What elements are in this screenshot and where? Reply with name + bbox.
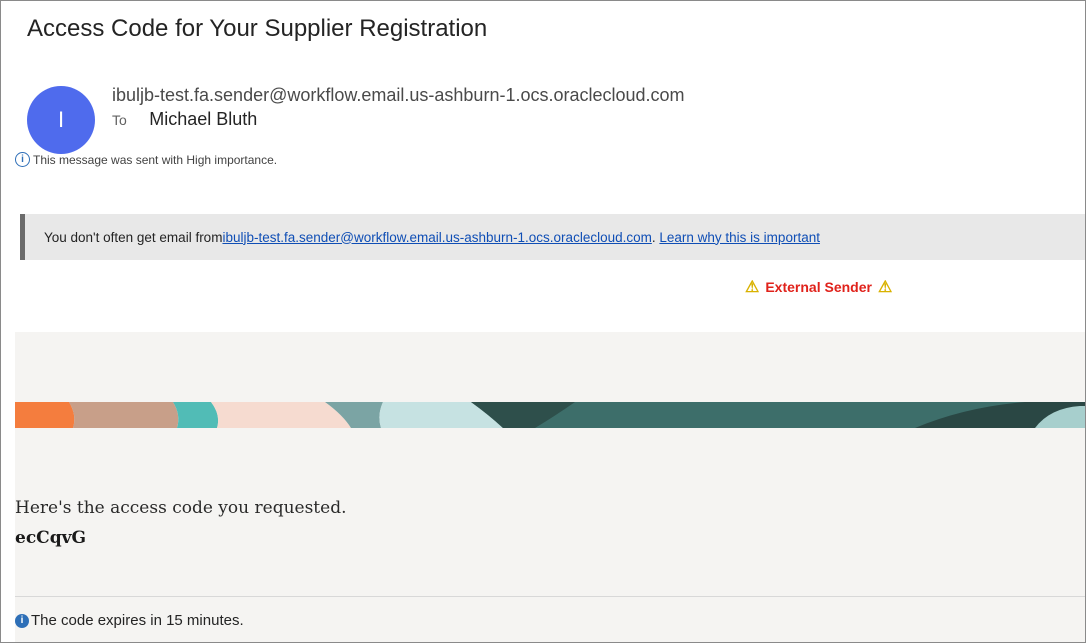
recipient-row: To Michael Bluth	[112, 109, 257, 130]
sender-link[interactable]: ibuljb-test.fa.sender@workflow.email.us-…	[222, 230, 651, 245]
recipient-name[interactable]: Michael Bluth	[149, 109, 257, 129]
decorative-banner	[15, 402, 1085, 428]
access-code[interactable]: ecCqvG	[15, 528, 86, 548]
expiry-notice: i The code expires in 15 minutes.	[15, 612, 244, 629]
safety-tip-text: You don't often get email from	[44, 229, 223, 245]
email-reading-pane: Access Code for Your Supplier Registrati…	[0, 0, 1086, 643]
external-sender-tag: ⚠ External Sender ⚠	[745, 277, 892, 297]
learn-why-link[interactable]: Learn why this is important	[659, 230, 820, 245]
external-sender-label: External Sender	[765, 279, 872, 295]
email-body: Here's the access code you requested. ec…	[15, 332, 1085, 642]
email-subject: Access Code for Your Supplier Registrati…	[27, 15, 488, 42]
importance-text: This message was sent with High importan…	[33, 152, 278, 167]
expiry-text: The code expires in 15 minutes.	[31, 612, 244, 629]
first-contact-safety-tip: You don't often get email from ibuljb-te…	[20, 214, 1085, 260]
to-label: To	[112, 112, 127, 128]
info-icon: i	[15, 613, 29, 628]
warning-icon: ⚠	[877, 279, 893, 296]
importance-notice: i This message was sent with High import…	[15, 152, 277, 167]
sender-address[interactable]: ibuljb-test.fa.sender@workflow.email.us-…	[112, 85, 685, 106]
avatar-initial: I	[57, 107, 65, 132]
code-intro-text: Here's the access code you requested.	[15, 498, 347, 518]
divider	[15, 596, 1085, 597]
info-icon: i	[15, 152, 30, 167]
sender-avatar[interactable]: I	[27, 86, 95, 154]
warning-icon: ⚠	[745, 279, 760, 296]
